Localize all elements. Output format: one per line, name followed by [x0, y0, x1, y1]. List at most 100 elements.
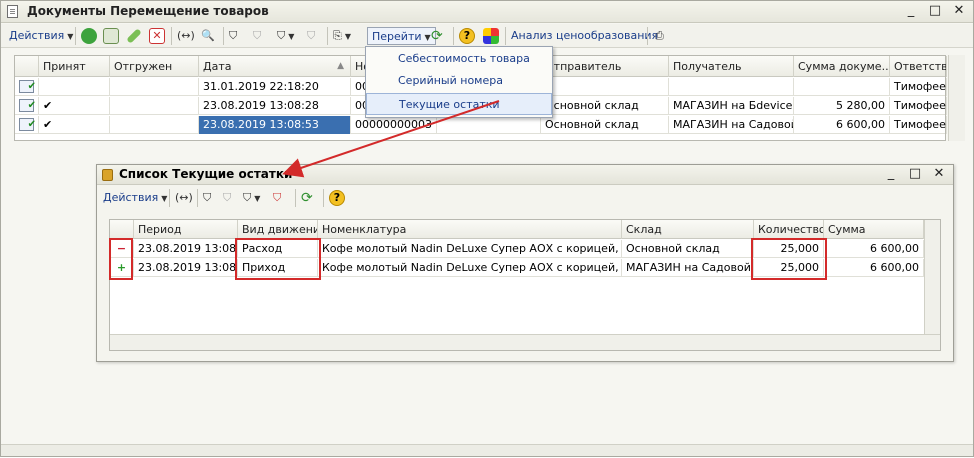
column-sum[interactable]: Сумма [824, 220, 924, 239]
column-shipped[interactable]: Отгружен [110, 56, 199, 77]
filter-list-icon[interactable]: ⛉ ▼ [243, 189, 260, 207]
main-window-title: Документы Перемещение товаров [27, 4, 269, 18]
balances-horizontal-scrollbar[interactable] [110, 334, 940, 350]
clear-filter-icon[interactable]: ⛉ [273, 189, 281, 207]
print-icon[interactable]: ⎙ [655, 27, 664, 45]
filter-list-icon[interactable]: ⛉ ▼ [277, 27, 294, 45]
column-responsible[interactable]: Ответстве [890, 56, 947, 77]
balances-window-controls: _ □ ✕ [883, 166, 947, 182]
toolbar-separator [223, 27, 224, 45]
column-quantity[interactable]: Количество [754, 220, 824, 239]
filter-icon[interactable]: ⛉ [229, 27, 237, 45]
cell-number: 00000000003 [351, 116, 437, 134]
filter-off-icon[interactable]: ⛉ [253, 27, 261, 45]
toolbar-separator [453, 27, 454, 45]
delete-icon[interactable]: ✕ [149, 28, 165, 44]
cell-accepted: ✔ [39, 116, 110, 134]
hierarchy-icon[interactable]: (↔) [177, 27, 195, 45]
goto-label: Перейти [372, 30, 422, 43]
minimize-button[interactable]: _ [883, 166, 899, 182]
column-period[interactable]: Период [134, 220, 238, 239]
search-icon[interactable]: 🔍 [201, 27, 215, 45]
actions-menu-button[interactable]: Действия ▼ [9, 27, 73, 45]
menu-item-serial-numbers[interactable]: Серийный номера [366, 70, 552, 92]
toolbar-separator [505, 27, 506, 45]
document-posted-icon [19, 97, 36, 115]
column-icon [15, 56, 39, 77]
window-controls: _ □ ✕ [903, 3, 967, 19]
cell-sender: Основной склад [541, 116, 669, 134]
column-warehouse[interactable]: Склад [622, 220, 754, 239]
menu-item-cost[interactable]: Себестоимость товара [366, 48, 552, 70]
column-date-label: Дата [203, 60, 232, 73]
cell-sum: 5 280,00 [794, 97, 890, 115]
price-analysis-button[interactable]: Анализ ценообразования [511, 27, 658, 45]
cell-shipped [110, 78, 199, 96]
cell-date: 31.01.2019 22:18:20 [199, 78, 351, 96]
cell-quantity: 25,000 [754, 259, 824, 277]
column-sender[interactable]: Отправитель [541, 56, 669, 77]
balances-toolbar: Действия ▼ (↔) ⛉ ⛉ ⛉ ▼ ⛉ ⟳ ? [97, 186, 953, 210]
cell-date: 23.08.2019 13:08:28 [199, 97, 351, 115]
cell-shipped [110, 116, 199, 134]
clear-filter-icon[interactable]: ⛉ [307, 27, 315, 45]
close-button[interactable]: ✕ [951, 3, 967, 19]
maximize-button[interactable]: □ [927, 3, 943, 19]
table-row[interactable]: − 23.08.2019 13:08:... Расход Кофе молот… [110, 240, 940, 258]
column-movement-type[interactable]: Вид движения [238, 220, 318, 239]
cell-sender [541, 78, 669, 96]
refresh-icon[interactable]: ⟳ [431, 27, 443, 45]
column-item[interactable]: Номенклатура [318, 220, 622, 239]
add-icon[interactable] [81, 28, 97, 44]
hierarchy-icon[interactable]: (↔) [175, 189, 193, 207]
filter-icon[interactable]: ⛉ [203, 189, 211, 207]
document-icon [7, 5, 18, 18]
cell-sum: 6 600,00 [824, 259, 924, 277]
cell-accepted [39, 78, 110, 96]
filter-off-icon[interactable]: ⛉ [223, 189, 231, 207]
actions-menu-button[interactable]: Действия ▼ [103, 189, 167, 207]
balances-vertical-scrollbar[interactable] [924, 220, 940, 334]
toolbar-separator [327, 27, 328, 45]
toolbar-separator [197, 189, 198, 207]
minimize-button[interactable]: _ [903, 3, 919, 19]
status-bar [1, 444, 973, 456]
toolbar-separator [171, 27, 172, 45]
column-accepted[interactable]: Принят [39, 56, 110, 77]
column-recipient[interactable]: Получатель [669, 56, 794, 77]
cell-period: 23.08.2019 13:08:... [134, 259, 238, 277]
copy-icon[interactable] [103, 28, 119, 44]
expense-sign-icon: − [110, 240, 134, 258]
cell-item: Кофе молотый Nadin DeLuxe Супер АОХ с ко… [318, 259, 622, 277]
cell-responsible: Тимофеев [890, 116, 947, 134]
cell-date-selected[interactable]: 23.08.2019 13:08:53 [199, 116, 351, 134]
main-window: Документы Перемещение товаров _ □ ✕ Дейс… [0, 0, 974, 457]
cell-recipient [669, 78, 794, 96]
maximize-button[interactable]: □ [907, 166, 923, 182]
color-settings-icon[interactable] [483, 28, 499, 44]
column-sum[interactable]: Сумма докуме... [794, 56, 890, 77]
chevron-down-icon: ▼ [67, 32, 74, 41]
document-posted-icon [19, 78, 36, 96]
cell-accepted: ✔ [39, 97, 110, 115]
cell-movement-type: Приход [238, 259, 318, 277]
close-button[interactable]: ✕ [931, 166, 947, 182]
cell-shipped [110, 97, 199, 115]
balances-window-title: Список Текущие остатки [119, 167, 293, 181]
column-sign [110, 220, 134, 239]
help-icon[interactable]: ? [329, 190, 345, 206]
main-vertical-scrollbar[interactable] [948, 55, 965, 141]
edit-icon[interactable] [126, 28, 142, 44]
cell-warehouse: Основной склад [622, 240, 754, 258]
table-row[interactable]: ✔ 23.08.2019 13:08:53 00000000003 Основн… [15, 116, 947, 134]
column-date[interactable]: Дата ▲ [199, 56, 351, 77]
menu-item-current-balances[interactable]: Текущие остатки [366, 93, 552, 115]
goto-menu-button[interactable]: Перейти ▼ [367, 27, 436, 45]
balances-table: Период Вид движения Номенклатура Склад К… [109, 219, 941, 351]
cell-recipient: МАГАЗИН на Садовой [669, 116, 794, 134]
help-icon[interactable]: ? [459, 28, 475, 44]
refresh-icon[interactable]: ⟳ [301, 189, 313, 207]
toolbar-separator [323, 189, 324, 207]
based-on-icon[interactable]: ⎘ ▼ [333, 27, 351, 45]
table-row[interactable]: + 23.08.2019 13:08:... Приход Кофе молот… [110, 259, 940, 277]
